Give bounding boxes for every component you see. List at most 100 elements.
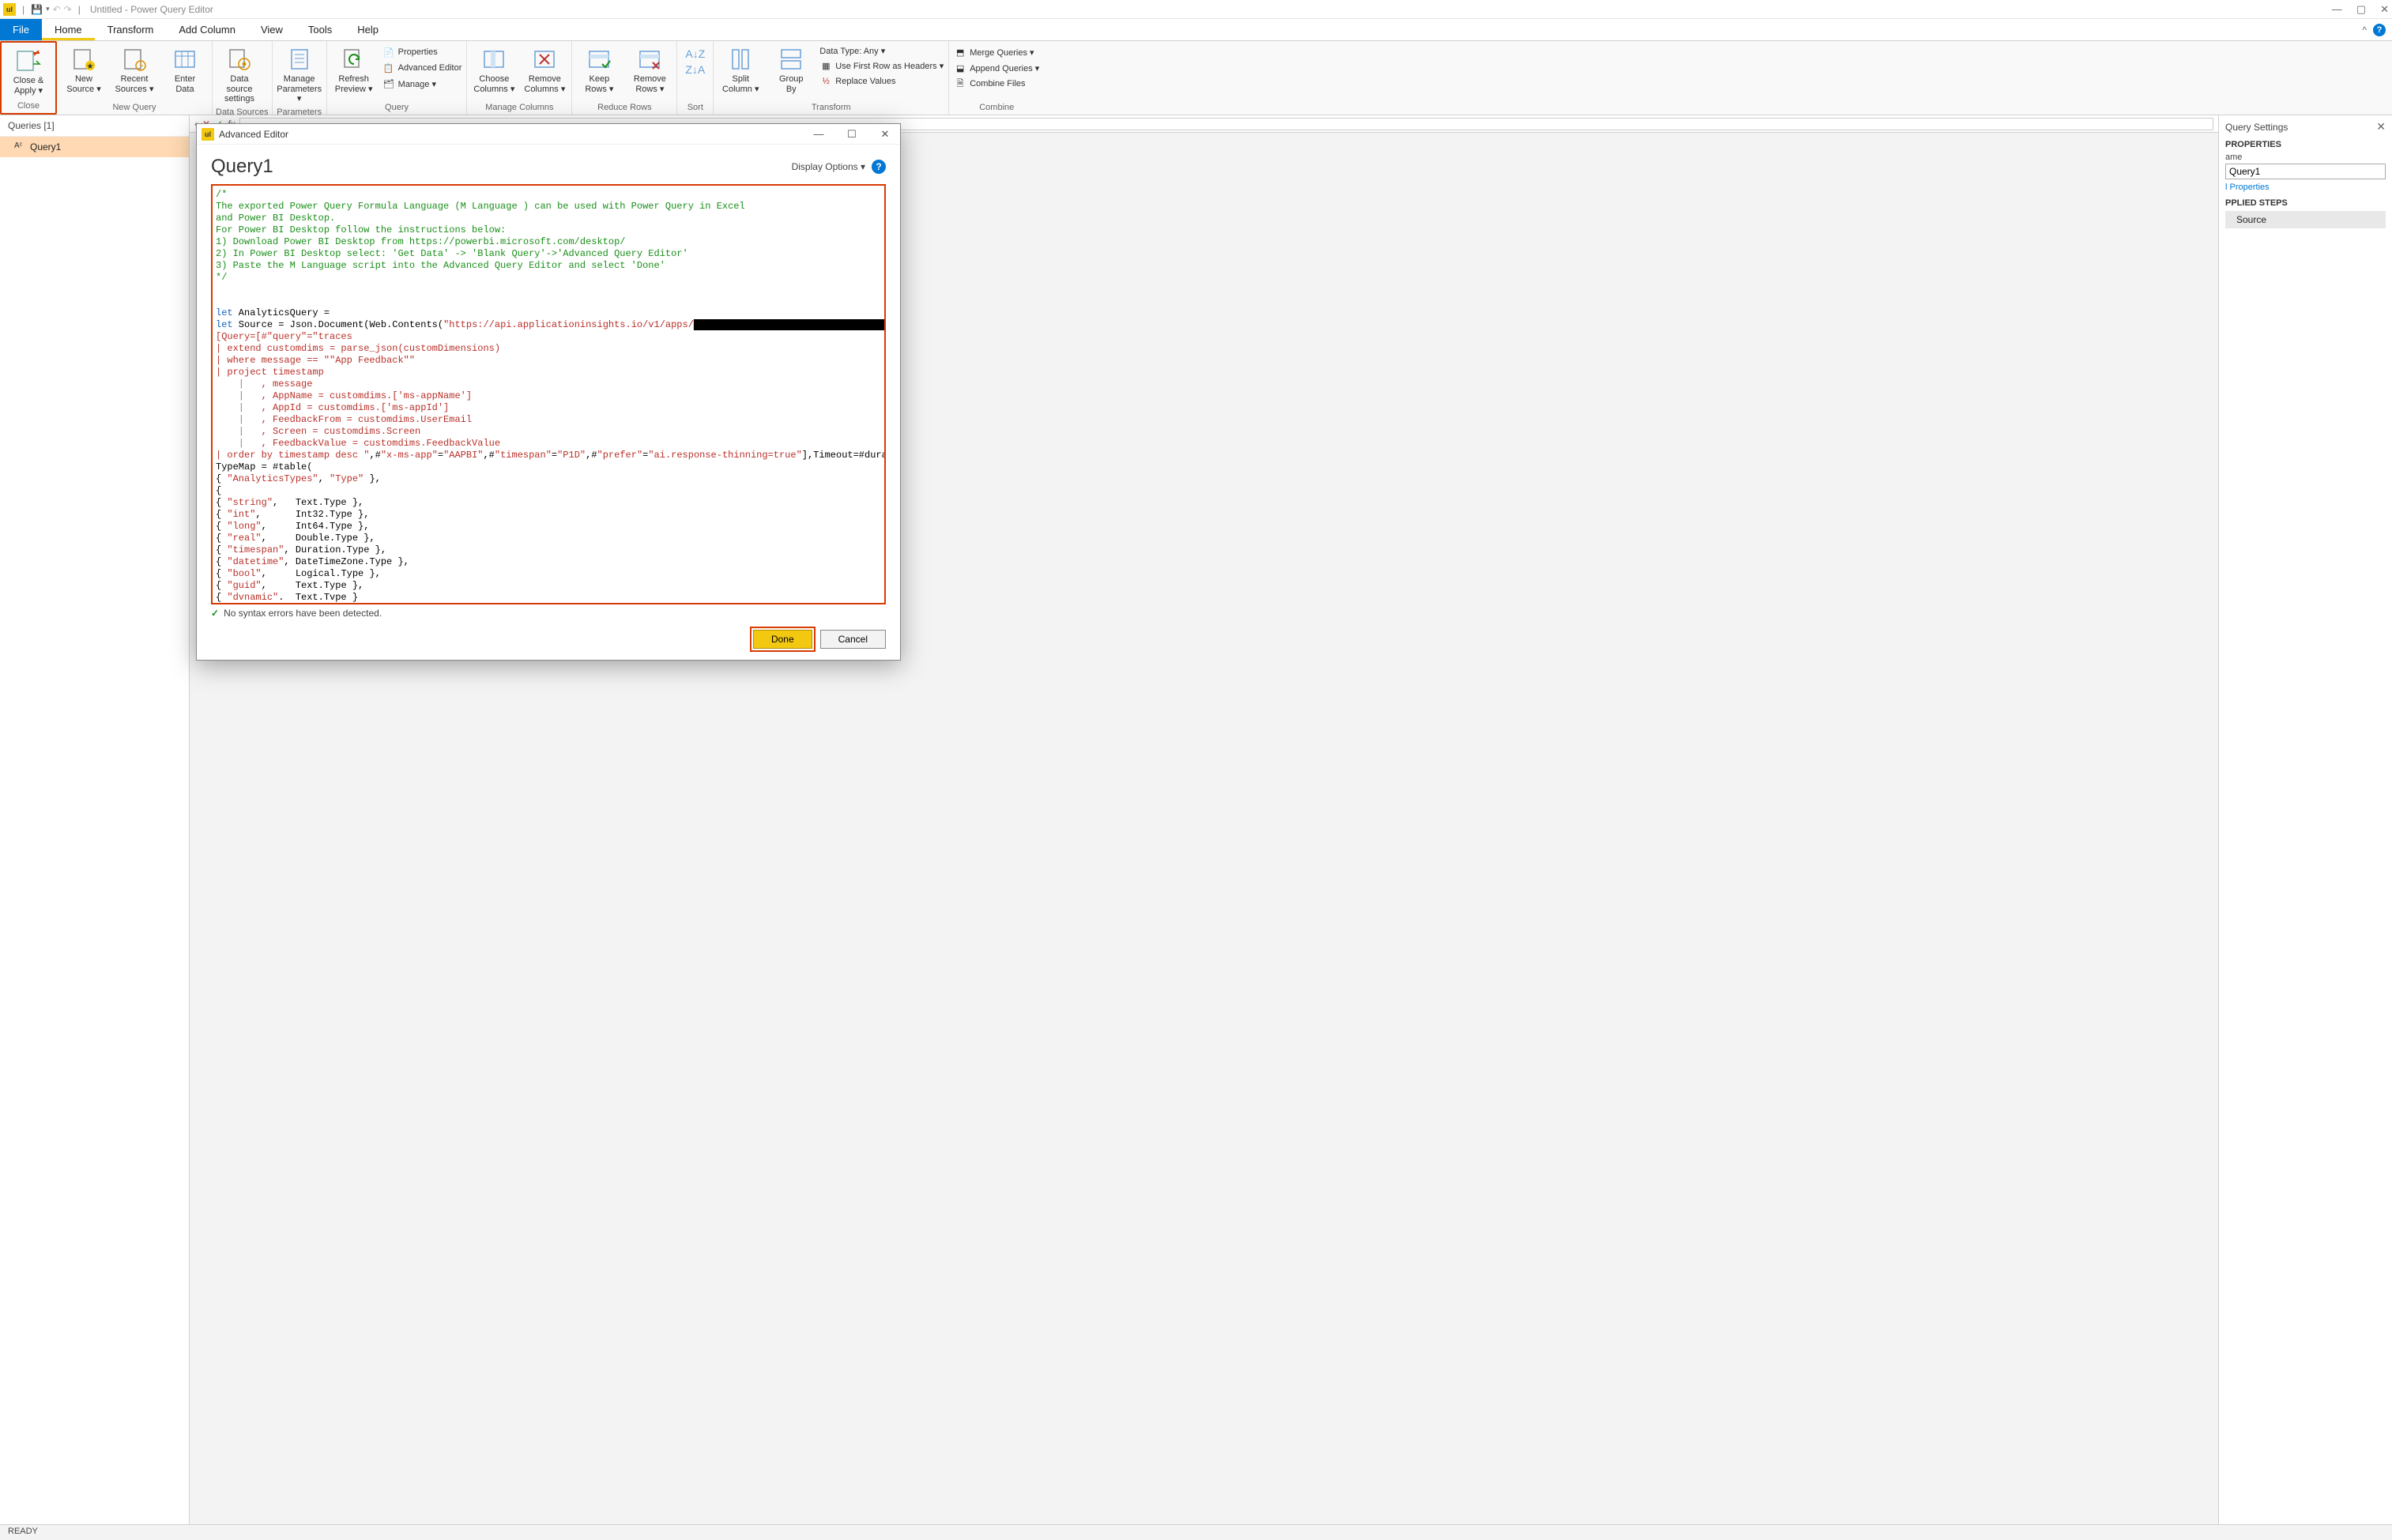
append-icon: ⬓ <box>954 62 966 74</box>
checkmark-icon: ✓ <box>211 608 219 619</box>
tab-home[interactable]: Home <box>42 19 95 40</box>
tab-add-column[interactable]: Add Column <box>166 19 248 40</box>
remove-rows-icon <box>636 46 663 73</box>
undo-icon[interactable]: ↶ <box>53 4 61 15</box>
display-options-button[interactable]: Display Options ▾ <box>792 161 865 172</box>
remove-columns-icon <box>531 46 558 73</box>
table-header-icon: ▦ <box>819 59 832 72</box>
help-button[interactable]: ? <box>2373 24 2386 36</box>
refresh-icon <box>341 46 367 73</box>
cancel-button[interactable]: Cancel <box>820 630 886 649</box>
tab-view[interactable]: View <box>248 19 296 40</box>
dialog-help-button[interactable]: ? <box>872 160 886 174</box>
merge-queries-button[interactable]: ⬒Merge Queries ▾ <box>954 46 1039 58</box>
ribbon-group-transform: Split Column ▾ Group By Data Type: Any ▾… <box>714 41 949 115</box>
query-settings-header: Query Settings <box>2225 122 2288 133</box>
dialog-titlebar: ul Advanced Editor — ☐ ✕ <box>197 124 900 145</box>
status-text: READY <box>8 1527 38 1536</box>
advanced-editor-icon: 📋 <box>382 62 395 74</box>
ribbon-group-sort: A↓Z Z↓A Sort <box>677 41 714 115</box>
combine-files-icon: 🗎 <box>954 77 966 90</box>
replace-values-button[interactable]: ½Replace Values <box>819 75 944 88</box>
ribbon-group-query: Refresh Preview ▾ 📄Properties 📋Advanced … <box>327 41 468 115</box>
gear-icon <box>226 46 253 73</box>
all-properties-link[interactable]: l Properties <box>2225 183 2270 192</box>
append-queries-button[interactable]: ⬓Append Queries ▾ <box>954 62 1039 74</box>
collapse-ribbon-button[interactable]: ^ <box>2362 24 2367 36</box>
dialog-app-icon: ul <box>202 128 214 141</box>
ribbon-group-parameters: Manage Parameters ▾ Parameters <box>273 41 327 115</box>
combine-files-button[interactable]: 🗎Combine Files <box>954 77 1039 90</box>
tab-transform[interactable]: Transform <box>95 19 167 40</box>
close-apply-button[interactable]: Close & Apply ▾ <box>6 46 51 96</box>
query-settings-pane: Query Settings ✕ PROPERTIES ame l Proper… <box>2218 115 2392 1524</box>
applied-step-source[interactable]: Source <box>2225 211 2386 228</box>
properties-section: PROPERTIES <box>2225 140 2386 149</box>
svg-text:★: ★ <box>87 62 94 71</box>
close-apply-icon <box>15 47 42 74</box>
remove-rows-button[interactable]: Remove Rows ▾ <box>627 44 672 94</box>
title-bar: ul | 💾 ▾ ↶ ↷ | Untitled - Power Query Ed… <box>0 0 2392 19</box>
enter-data-button[interactable]: Enter Data <box>163 44 207 94</box>
query-item[interactable]: Aᶜ Query1 <box>0 137 189 157</box>
sort-asc-icon: A↓Z <box>685 47 705 60</box>
dialog-query-name: Query1 <box>211 156 273 178</box>
syntax-status: ✓ No syntax errors have been detected. <box>211 604 886 622</box>
name-label: ame <box>2225 152 2386 162</box>
sort-desc-button[interactable]: Z↓A <box>685 63 705 76</box>
properties-button[interactable]: 📄Properties <box>382 46 462 58</box>
applied-steps-section: PPLIED STEPS <box>2225 198 2386 208</box>
properties-icon: 📄 <box>382 46 395 58</box>
first-row-headers-button[interactable]: ▦Use First Row as Headers ▾ <box>819 59 944 72</box>
merge-icon: ⬒ <box>954 46 966 58</box>
split-column-button[interactable]: Split Column ▾ <box>718 44 763 94</box>
choose-columns-button[interactable]: Choose Columns ▾ <box>472 44 516 94</box>
data-source-settings-button[interactable]: Data source settings <box>217 44 262 104</box>
split-column-icon <box>727 46 754 73</box>
query-name-input[interactable] <box>2225 164 2386 179</box>
dialog-maximize-button[interactable]: ☐ <box>842 128 862 141</box>
sort-desc-icon: Z↓A <box>685 63 705 76</box>
data-type-button[interactable]: Data Type: Any ▾ <box>819 46 944 56</box>
manage-icon: 🗂 <box>382 77 395 90</box>
replace-icon: ½ <box>819 75 832 88</box>
manage-button[interactable]: 🗂Manage ▾ <box>382 77 462 90</box>
remove-columns-button[interactable]: Remove Columns ▾ <box>522 44 567 94</box>
dialog-minimize-button[interactable]: — <box>808 128 829 141</box>
recent-sources-icon <box>121 46 148 73</box>
tab-file[interactable]: File <box>0 19 42 40</box>
tab-help[interactable]: Help <box>345 19 391 40</box>
redo-icon[interactable]: ↷ <box>64 4 72 15</box>
group-by-button[interactable]: Group By <box>769 44 813 94</box>
keep-rows-button[interactable]: Keep Rows ▾ <box>577 44 621 94</box>
enter-data-icon <box>171 46 198 73</box>
keep-rows-icon <box>586 46 612 73</box>
close-window-button[interactable]: ✕ <box>2380 3 2389 16</box>
ribbon-group-reduce-rows: Keep Rows ▾ Remove Rows ▾ Reduce Rows <box>572 41 677 115</box>
ribbon: Close & Apply ▾ Close ★ New Source ▾ Rec… <box>0 41 2392 115</box>
tab-tools[interactable]: Tools <box>296 19 345 40</box>
quick-access-toolbar: | 💾 ▾ ↶ ↷ | <box>19 4 84 15</box>
close-settings-button[interactable]: ✕ <box>2376 120 2386 134</box>
qat-dropdown-icon[interactable]: ▾ <box>46 5 50 13</box>
manage-parameters-button[interactable]: Manage Parameters ▾ <box>277 44 322 104</box>
sort-asc-button[interactable]: A↓Z <box>685 47 705 60</box>
ribbon-group-manage-columns: Choose Columns ▾ Remove Columns ▾ Manage… <box>467 41 572 115</box>
advanced-editor-button[interactable]: 📋Advanced Editor <box>382 62 462 74</box>
done-button[interactable]: Done <box>753 630 812 649</box>
new-source-button[interactable]: ★ New Source ▾ <box>62 44 106 94</box>
minimize-button[interactable]: — <box>2332 3 2342 16</box>
window-title: Untitled - Power Query Editor <box>90 4 213 15</box>
refresh-preview-button[interactable]: Refresh Preview ▾ <box>332 44 376 94</box>
restore-button[interactable]: ▢ <box>2356 3 2366 16</box>
save-icon[interactable]: 💾 <box>31 4 43 15</box>
status-bar: READY <box>0 1524 2392 1540</box>
dialog-close-button[interactable]: ✕ <box>875 128 895 141</box>
parameters-icon <box>286 46 313 73</box>
ribbon-group-combine: ⬒Merge Queries ▾ ⬓Append Queries ▾ 🗎Comb… <box>949 41 1044 115</box>
code-editor[interactable]: /* The exported Power Query Formula Lang… <box>211 184 886 604</box>
app-icon: ul <box>3 3 16 16</box>
code-content[interactable]: /* The exported Power Query Formula Lang… <box>216 189 881 604</box>
ribbon-group-data-sources: Data source settings Data Sources <box>213 41 273 115</box>
recent-sources-button[interactable]: Recent Sources ▾ <box>112 44 156 94</box>
